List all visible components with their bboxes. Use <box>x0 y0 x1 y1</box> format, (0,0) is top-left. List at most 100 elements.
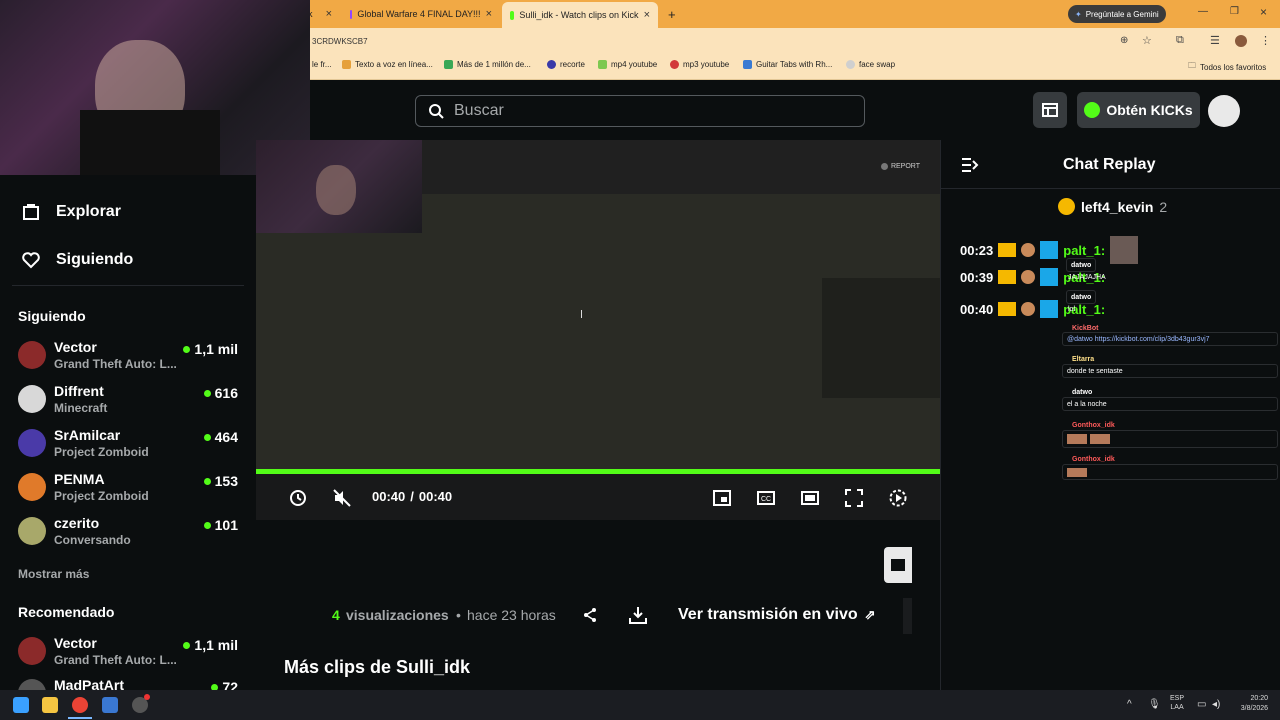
close-icon[interactable]: × <box>486 8 492 20</box>
menu-icon[interactable]: ⋮ <box>1260 34 1271 47</box>
user-avatar[interactable] <box>1208 95 1240 127</box>
browser-tab[interactable]: Global Warfare 4 FINAL DAY!!! × <box>342 4 500 24</box>
network-icon[interactable]: ▭ <box>1197 699 1206 710</box>
gemini-icon: ✦ <box>1075 9 1082 19</box>
bookmark-item[interactable]: recorte <box>547 60 585 69</box>
store-button[interactable] <box>1033 92 1067 128</box>
close-icon[interactable]: × <box>326 8 332 20</box>
gift-button[interactable] <box>884 547 912 583</box>
minimize-icon[interactable]: — <box>1198 6 1208 17</box>
download-icon[interactable] <box>629 606 647 624</box>
profile-avatar[interactable] <box>1235 35 1247 47</box>
heart-icon <box>22 252 40 269</box>
restore-icon[interactable]: ❐ <box>1230 6 1239 17</box>
theater-mode-icon[interactable] <box>801 489 819 507</box>
channel-name: czerito <box>54 515 100 531</box>
avatar <box>18 637 46 665</box>
close-window-icon[interactable]: × <box>1260 5 1267 19</box>
bookmark-item[interactable]: mp3 youtube <box>670 60 729 69</box>
overlay-user: Eltarra <box>1072 355 1095 363</box>
chat-message[interactable]: 00:23 palt_1: <box>960 236 1139 264</box>
file-explorer-icon[interactable] <box>42 697 58 713</box>
chrome-icon[interactable] <box>72 697 88 713</box>
gemini-button[interactable]: ✦ Pregúntale a Gemini <box>1068 5 1166 23</box>
views-count: 4 <box>332 607 340 623</box>
report-button[interactable]: REPORT <box>880 163 920 170</box>
close-icon[interactable]: × <box>644 9 650 21</box>
chat-title: Chat Replay <box>1063 156 1156 173</box>
avatar <box>18 517 46 545</box>
star-icon[interactable]: ☆ <box>1142 34 1152 47</box>
nav-following[interactable]: Siguiendo <box>22 251 133 269</box>
player-controls: 00:40 / 00:40 CC <box>256 474 940 520</box>
overlay-message: el a la noche <box>1062 397 1278 411</box>
channel-name: Diffrent <box>54 383 104 399</box>
bookmark-item[interactable]: le fr... <box>312 60 332 69</box>
new-tab-button[interactable]: + <box>660 4 684 24</box>
muted-volume-icon[interactable] <box>333 489 351 507</box>
message-time: 00:39 <box>960 269 994 285</box>
channel-item[interactable]: Diffrent Minecraft 616 <box>18 383 240 423</box>
channel-item[interactable]: czerito Conversando 101 <box>18 515 240 555</box>
chat-panel: Chat Replay left4_kevin 2 <box>940 140 1280 690</box>
overlay-text-value: donde te sentaste <box>1067 367 1123 375</box>
viewer-number: 101 <box>214 517 238 533</box>
all-favorites[interactable]: 🗀 Todos los favoritos <box>1188 60 1266 74</box>
pip-icon[interactable] <box>713 489 731 507</box>
viewer-number: 72 <box>222 679 238 690</box>
channel-category: Grand Theft Auto: L... <box>54 357 177 371</box>
divider <box>12 285 244 286</box>
microphone-icon[interactable]: 🎙 <box>1148 699 1161 710</box>
browser-tab-active[interactable]: Sulli_idk - Watch clips on Kick × <box>502 2 658 28</box>
report-label: REPORT <box>890 163 920 170</box>
overlay-user: datwo <box>1072 388 1093 396</box>
bookmark-item[interactable]: Texto a voz en línea... <box>342 60 433 69</box>
bookmark-item[interactable]: face swap <box>846 60 895 69</box>
collapse-chat-icon[interactable] <box>961 157 979 173</box>
external-link-icon: ⇗ <box>864 607 876 622</box>
nav-explore[interactable]: Explorar <box>22 203 121 221</box>
watch-live-button[interactable]: Ver transmisión en vivo ⇗ <box>678 606 876 624</box>
gemini-label: Pregúntale a Gemini <box>1085 9 1159 19</box>
get-kicks-button[interactable]: Obtén KICKs <box>1077 92 1200 128</box>
clock[interactable]: 20:20 3/8/2026 <box>1232 694 1268 714</box>
search-input[interactable]: Buscar <box>415 95 865 127</box>
following-heading: Siguiendo <box>18 308 86 324</box>
language-indicator[interactable]: ESP LAA <box>1170 694 1184 712</box>
channel-item[interactable]: MadPatArt 72 <box>18 677 240 690</box>
chevron-up-icon[interactable]: ^ <box>1127 699 1132 710</box>
fullscreen-icon[interactable] <box>845 489 863 507</box>
message-time: 00:23 <box>960 242 994 258</box>
calculator-icon[interactable] <box>102 697 118 713</box>
show-more-link[interactable]: Mostrar más <box>18 567 89 581</box>
channel-item[interactable]: Vector Grand Theft Auto: L... 1,1 mil <box>18 339 240 379</box>
viewer-number: 1,1 mil <box>194 637 238 653</box>
views-label: visualizaciones <box>346 607 449 623</box>
zoom-icon[interactable]: ⊕ <box>1120 35 1128 46</box>
channel-category: Project Zomboid <box>54 445 149 459</box>
message-user[interactable]: palt_1: <box>1063 243 1105 258</box>
taskbar: ^ 🎙 ESP LAA ▭ ◂) 20:20 3/8/2026 <box>0 690 1280 720</box>
windows-start-icon[interactable] <box>13 697 29 713</box>
channel-category: Grand Theft Auto: L... <box>54 653 177 667</box>
bookmark-item[interactable]: Más de 1 millón de... <box>444 60 531 69</box>
bookmark-item[interactable]: mp4 youtube <box>598 60 657 69</box>
top-gifter[interactable]: left4_kevin 2 <box>1058 198 1167 215</box>
extensions-icon[interactable]: ⧉ <box>1176 34 1184 47</box>
bookmark-item[interactable]: Guitar Tabs with Rh... <box>743 60 832 69</box>
media-icon[interactable]: ☰ <box>1210 34 1220 47</box>
replay-icon[interactable] <box>289 489 307 507</box>
channel-item[interactable]: SrAmilcar Project Zomboid 464 <box>18 427 240 467</box>
volume-icon[interactable]: ◂) <box>1212 699 1220 710</box>
notification-dot <box>144 694 150 700</box>
viewer-number: 616 <box>214 385 238 401</box>
channel-item[interactable]: PENMA Project Zomboid 153 <box>18 471 240 511</box>
bookmark-icon <box>444 60 453 69</box>
address-text[interactable]: 3CRDWKSCB7 <box>312 37 368 46</box>
autoplay-icon[interactable] <box>889 489 907 507</box>
top-gifter-name: left4_kevin <box>1081 198 1154 215</box>
store-icon <box>1042 103 1058 117</box>
share-icon[interactable] <box>582 607 598 623</box>
channel-item[interactable]: Vector Grand Theft Auto: L... 1,1 mil <box>18 635 240 675</box>
captions-icon[interactable]: CC <box>757 489 775 507</box>
